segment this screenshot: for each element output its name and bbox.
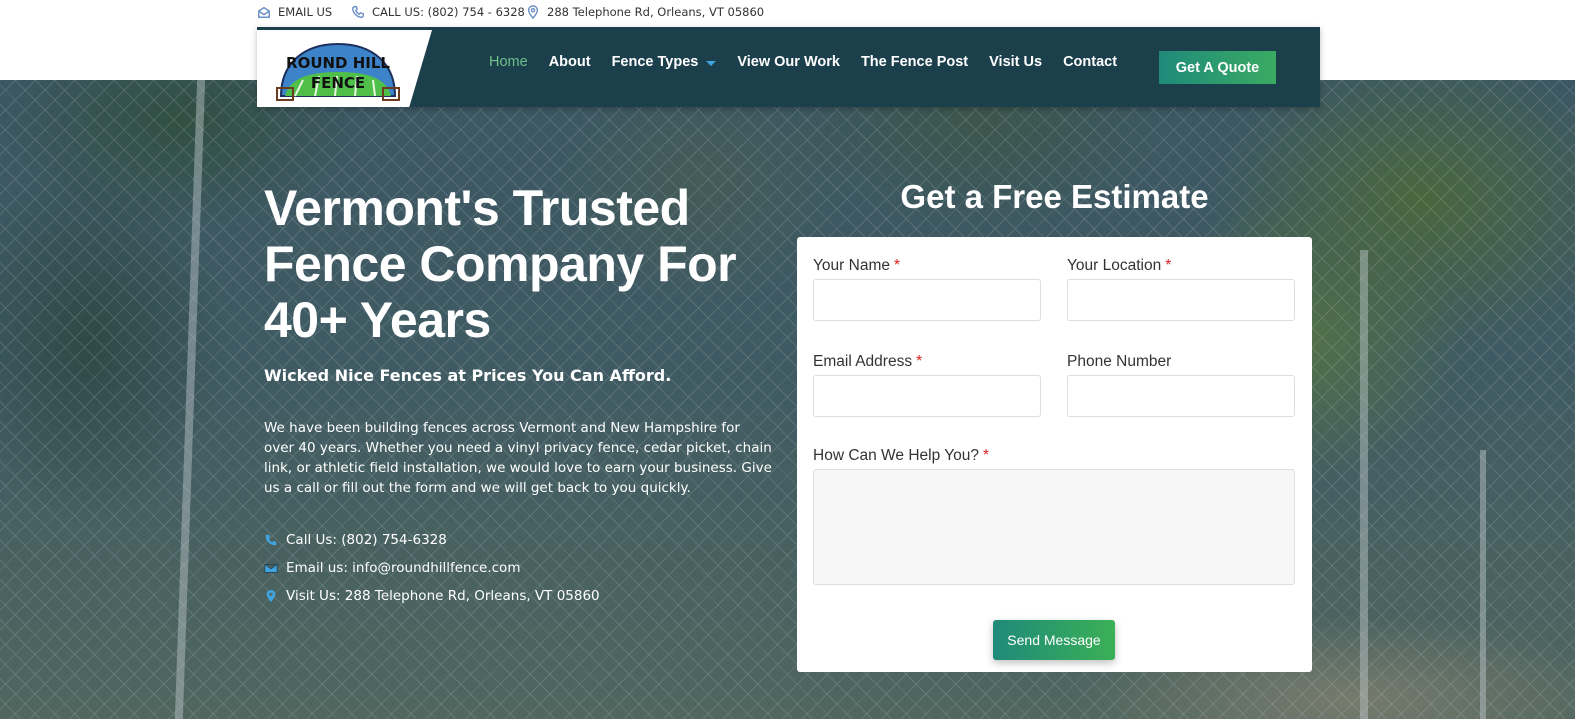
nav-item-contact[interactable]: Contact (1063, 54, 1117, 70)
phone-volume-icon (265, 534, 277, 546)
topbar-email-link[interactable]: EMAIL US (257, 5, 332, 19)
required-mark: * (983, 447, 990, 464)
get-a-quote-button[interactable]: Get A Quote (1159, 51, 1276, 84)
phone-icon (352, 6, 364, 18)
topbar-address-label: 288 Telephone Rd, Orleans, VT 05860 (547, 5, 765, 19)
email-input[interactable] (813, 375, 1041, 417)
fence-post (1480, 450, 1486, 719)
contact-address[interactable]: Visit Us: 288 Telephone Rd, Orleans, VT … (264, 582, 600, 610)
phone-input[interactable] (1067, 375, 1295, 417)
contact-phone-text: Call Us: (802) 754-6328 (286, 532, 447, 548)
top-info-bar: EMAIL US CALL US: (802) 754 - 6328 288 T… (0, 0, 1575, 27)
hero-paragraph: We have been building fences across Verm… (264, 420, 772, 496)
hero-contact-list: Call Us: (802) 754-6328 Email us: info@r… (264, 526, 600, 610)
topbar-phone-label: CALL US: (802) 754 - 6328 (372, 5, 525, 19)
envelope-icon (264, 564, 278, 573)
name-field-label-text: Your Name (813, 257, 890, 274)
email-field-label: Email Address * (813, 353, 922, 371)
topbar-email-label: EMAIL US (278, 5, 333, 19)
round-hill-fence-logo[interactable]: ROUND HILL FENCE (275, 36, 401, 102)
hero-subhead: Wicked Nice Fences at Prices You Can Aff… (264, 366, 672, 385)
map-marker-icon (266, 589, 276, 603)
form-title: Get a Free Estimate (900, 178, 1209, 215)
help-field-label: How Can We Help You? * (813, 447, 989, 465)
caret-down-icon (706, 60, 717, 66)
hero-background-chainlink (0, 80, 1575, 719)
contact-address-text: Visit Us: 288 Telephone Rd, Orleans, VT … (286, 588, 600, 604)
logo-container[interactable]: ROUND HILL FENCE (257, 30, 432, 107)
help-field-label-text: How Can We Help You? (813, 447, 980, 464)
map-pin-icon (527, 5, 539, 19)
logo-text-round-hill: ROUND HILL (286, 54, 390, 72)
required-mark: * (916, 353, 923, 370)
nav-item-visit-us[interactable]: Visit Us (989, 54, 1042, 70)
location-field-label-text: Your Location (1067, 257, 1162, 274)
required-mark: * (1165, 257, 1172, 274)
contact-email[interactable]: Email us: info@roundhillfence.com (264, 554, 600, 582)
location-field-label: Your Location * (1067, 257, 1171, 275)
topbar-phone-link[interactable]: CALL US: (802) 754 - 6328 (351, 5, 525, 19)
help-textarea[interactable] (813, 469, 1295, 585)
required-mark: * (893, 257, 901, 274)
location-input[interactable] (1067, 279, 1295, 321)
name-input[interactable] (813, 279, 1041, 321)
hero-headline-line: Vermont's Trusted (264, 180, 690, 236)
hero-headline-line: Fence Company For (264, 236, 737, 292)
nav-item-fence-types[interactable]: Fence Types (612, 54, 717, 70)
email-field-label-text: Email Address (813, 353, 913, 370)
hero-headline: Vermont's Trusted Fence Company For 40+ … (264, 180, 784, 348)
logo-text-fence: FENCE (311, 74, 365, 92)
topbar-address-link[interactable]: 288 Telephone Rd, Orleans, VT 05860 (526, 5, 764, 19)
hero-headline-line: 40+ Years (264, 292, 491, 348)
nav-item-home[interactable]: Home (489, 54, 528, 70)
contact-phone[interactable]: Call Us: (802) 754-6328 (264, 526, 600, 554)
nav-item-view-our-work[interactable]: View Our Work (737, 54, 840, 70)
name-field-label: Your Name * (813, 257, 900, 275)
hero-section (0, 80, 1575, 719)
estimate-form: Your Name * Your Location * Email Address *… (797, 237, 1312, 672)
phone-field-label: Phone Number (1067, 353, 1172, 370)
main-nav: Home About Fence Types View Our Work The… (489, 54, 1138, 70)
send-message-button[interactable]: Send Message (993, 620, 1115, 660)
nav-item-fence-types-label: Fence Types (611, 54, 699, 70)
main-header: ROUND HILL FENCE Home About Fence Types … (257, 27, 1320, 107)
envelope-open-icon (258, 6, 270, 18)
nav-item-the-fence-post[interactable]: The Fence Post (861, 54, 968, 70)
fence-post (1360, 250, 1368, 719)
nav-item-about[interactable]: About (549, 54, 591, 70)
contact-email-text: Email us: info@roundhillfence.com (286, 560, 521, 576)
